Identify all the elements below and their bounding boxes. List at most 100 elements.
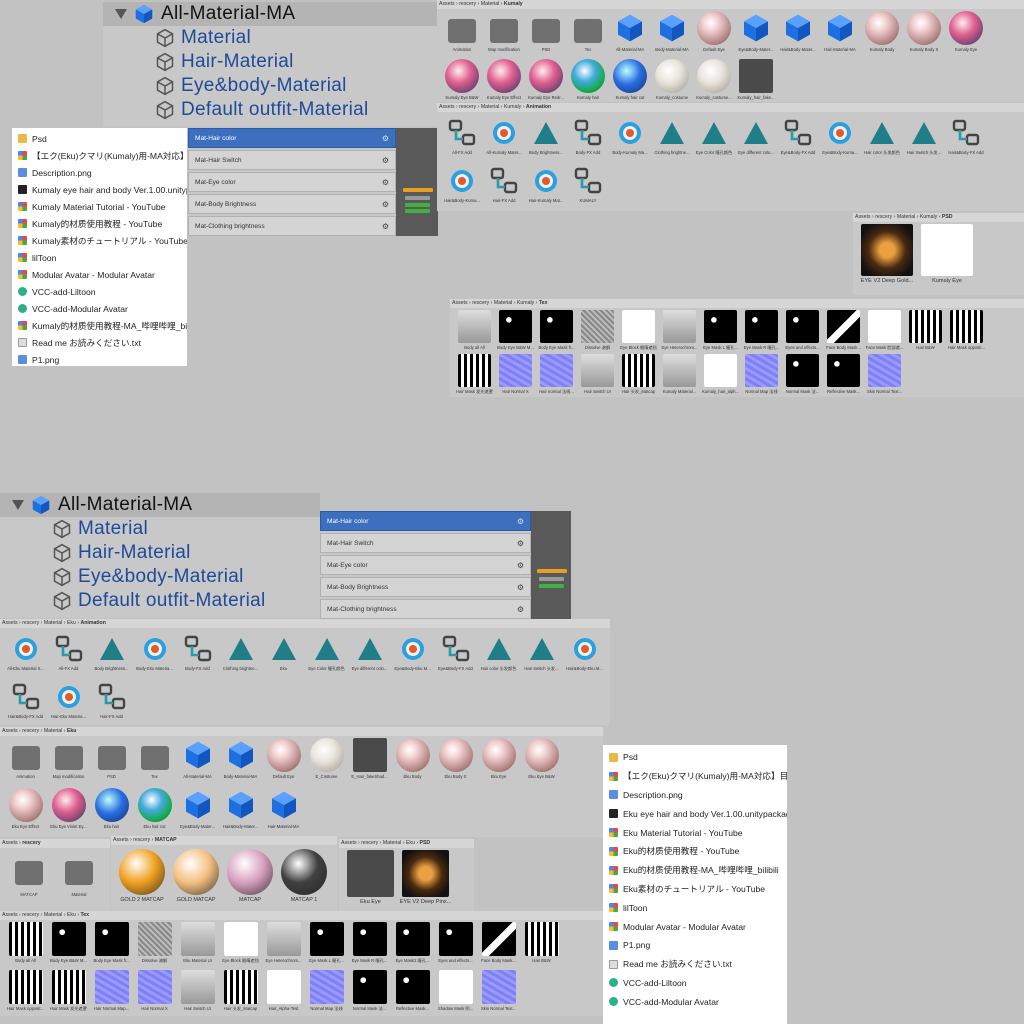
file-list-item[interactable]: Modular Avatar - Modular Avatar xyxy=(12,266,187,283)
breadcrumb-item[interactable]: Eku xyxy=(67,912,76,918)
hierarchy-child-row[interactable]: Default outfit-Material xyxy=(103,98,438,122)
gear-icon[interactable]: ⚙ xyxy=(517,561,524,570)
hierarchy-root-row[interactable]: All-Material-MA xyxy=(0,493,320,517)
asset-item[interactable]: Hair_Alpha-Test xyxy=(262,970,305,1016)
asset-item[interactable]: Hair&Body-Mater... xyxy=(219,788,262,837)
asset-item[interactable]: PSD xyxy=(90,738,133,788)
top-animator-graph[interactable] xyxy=(396,128,438,236)
asset-item[interactable]: Kumaly hair cut xyxy=(609,59,651,102)
hierarchy-child-row[interactable]: Eye&body-Material xyxy=(0,565,320,589)
breadcrumb-item[interactable]: Material xyxy=(44,728,62,734)
asset-item[interactable]: Hair color 头发颜色 xyxy=(861,114,903,162)
animator-parameter-row[interactable]: Mat-Clothing brightness ⚙ xyxy=(188,216,396,236)
asset-item[interactable]: Default Eye xyxy=(693,11,735,59)
asset-item[interactable]: Eye different colo... xyxy=(348,630,391,678)
breadcrumb-item[interactable]: Assets xyxy=(2,620,18,626)
breadcrumb-item[interactable]: rescery xyxy=(361,840,378,846)
graph-node-state[interactable] xyxy=(405,209,430,213)
asset-item[interactable]: Hair Switch UI xyxy=(577,354,618,397)
breadcrumb-current[interactable]: Kumaly xyxy=(504,1,523,7)
asset-item[interactable]: Hair&Body-FX Add xyxy=(4,678,47,725)
asset-item[interactable]: Hair color 头发颜色 xyxy=(477,630,520,678)
asset-item[interactable]: Eye Color 瞳孔颜色 xyxy=(305,630,348,678)
asset-item[interactable]: Eku hair xyxy=(90,788,133,837)
breadcrumb-item[interactable]: Material xyxy=(897,214,915,220)
asset-item[interactable]: Hair Switch 头发... xyxy=(520,630,563,678)
asset-item[interactable]: Body-Kumaly Ma... xyxy=(609,114,651,162)
asset-item[interactable]: Eku Eye xyxy=(343,850,398,910)
breadcrumb-item[interactable]: rescery xyxy=(22,728,39,734)
file-list-item[interactable]: VCC-add-Modular Avatar xyxy=(603,992,787,1011)
file-list-item[interactable]: VCC-add-Liltoon xyxy=(12,283,187,300)
breadcrumb-item[interactable]: Assets xyxy=(439,104,455,110)
gear-icon[interactable]: ⚙ xyxy=(517,605,524,614)
graph-node-default[interactable] xyxy=(405,203,430,207)
asset-item[interactable]: All-Kumaly Mater... xyxy=(483,114,525,162)
asset-item[interactable]: E_Hair_fakeShad... xyxy=(348,738,391,788)
asset-item[interactable]: Hair-Kumaly Mat... xyxy=(525,162,567,210)
asset-item[interactable]: Eye Mask L 瞳孔... xyxy=(305,922,348,970)
asset-item[interactable]: MATCAP xyxy=(223,849,277,909)
breadcrumb-item[interactable]: Material xyxy=(383,840,401,846)
asset-item[interactable]: Kumaly Body xyxy=(861,11,903,59)
asset-item[interactable]: Hair Mask 发光遮罩 xyxy=(47,970,90,1016)
asset-item[interactable]: Kumaly_costume... xyxy=(693,59,735,102)
asset-item[interactable]: Eye Heterochrom... xyxy=(659,310,700,354)
asset-item[interactable]: Hair B&W xyxy=(905,310,946,354)
asset-item[interactable]: Kumaly Body X xyxy=(903,11,945,59)
asset-item[interactable]: Eye&Body-Mater... xyxy=(735,11,777,59)
breadcrumb-item[interactable]: Assets xyxy=(2,840,18,846)
asset-item[interactable]: Eye&Body-FX Add xyxy=(777,114,819,162)
gear-icon[interactable]: ⚙ xyxy=(382,222,389,231)
asset-item[interactable]: Hair-FX Add xyxy=(90,678,133,725)
breadcrumb-current[interactable]: Animation xyxy=(526,104,551,110)
graph-node-default[interactable] xyxy=(539,584,564,588)
asset-item[interactable]: GOLD MATCAP xyxy=(169,849,223,909)
asset-item[interactable]: Eye Heterochrom... xyxy=(262,922,305,970)
graph-node-state[interactable] xyxy=(405,196,430,200)
file-list-item[interactable]: Kumaly素材のチュートリアル - YouTube xyxy=(12,232,187,249)
breadcrumb-item[interactable]: Material xyxy=(481,104,499,110)
asset-item[interactable]: Eye&Body-FX Add xyxy=(434,630,477,678)
asset-item[interactable]: Hair&Body-Mater... xyxy=(777,11,819,59)
file-list-item[interactable]: Eku素材のチュートリアル - YouTube xyxy=(603,880,787,899)
expand-triangle-icon[interactable] xyxy=(12,500,24,510)
asset-item[interactable]: Kumaly Eye Effect xyxy=(483,59,525,102)
asset-item[interactable]: Body-Eku Materia... xyxy=(133,630,176,678)
graph-node-entry[interactable] xyxy=(403,188,433,192)
asset-item[interactable]: Dissolve 溶解 xyxy=(133,922,176,970)
file-list-item[interactable]: Kumaly Material Tutorial - YouTube xyxy=(12,198,187,215)
asset-item[interactable]: Animation xyxy=(4,738,47,788)
asset-item[interactable]: PSD xyxy=(525,11,567,59)
asset-item[interactable]: Body Eye Mask fr... xyxy=(90,922,133,970)
asset-item[interactable]: Tex xyxy=(133,738,176,788)
asset-item[interactable]: Eye Block 眼睛遮挡 xyxy=(219,922,262,970)
asset-item[interactable]: Face Body Mask... xyxy=(477,922,520,970)
breadcrumb-item[interactable]: Eku xyxy=(67,620,76,626)
asset-item[interactable]: Hair normal 法线... xyxy=(536,354,577,397)
expand-triangle-icon[interactable] xyxy=(115,9,127,19)
breadcrumb-current[interactable]: PSD xyxy=(942,214,953,220)
asset-item[interactable]: Hair&Body-FX Add xyxy=(945,114,987,162)
breadcrumb-current[interactable]: Tex xyxy=(539,300,548,306)
file-list-item[interactable]: Eku Material Tutorial - YouTube xyxy=(603,823,787,842)
asset-item[interactable]: EYE V2 Deep Gold... xyxy=(857,224,917,294)
animator-parameter-row[interactable]: Mat-Hair color ⚙ xyxy=(188,128,396,148)
hierarchy-child-row[interactable]: Hair-Material xyxy=(103,50,438,74)
asset-item[interactable]: Face Body Mask... xyxy=(823,310,864,354)
asset-item[interactable]: Normal Map 法线 xyxy=(741,354,782,397)
breadcrumb-item[interactable]: rescery xyxy=(459,104,476,110)
asset-item[interactable]: Skin Normal Text... xyxy=(477,970,520,1016)
asset-item[interactable]: Map modification xyxy=(47,738,90,788)
asset-item[interactable]: Kumaly Eye xyxy=(945,11,987,59)
asset-item[interactable]: Body-Material-MA xyxy=(651,11,693,59)
gear-icon[interactable]: ⚙ xyxy=(517,517,524,526)
file-list-item[interactable]: Eku的材质使用教程-MA_哔哩哔哩_bilibili xyxy=(603,861,787,880)
hierarchy-child-row[interactable]: Material xyxy=(103,26,438,50)
breadcrumb-item[interactable]: Material xyxy=(481,1,499,7)
asset-item[interactable]: Body Brightness... xyxy=(525,114,567,162)
breadcrumb-item[interactable]: rescery xyxy=(22,620,39,626)
file-list-item[interactable]: 【エク(Eku)クマリ(Kumaly)用-MA対応】目・... xyxy=(12,147,187,164)
gear-icon[interactable]: ⚙ xyxy=(382,156,389,165)
hierarchy-child-row[interactable]: Hair-Material xyxy=(0,541,320,565)
